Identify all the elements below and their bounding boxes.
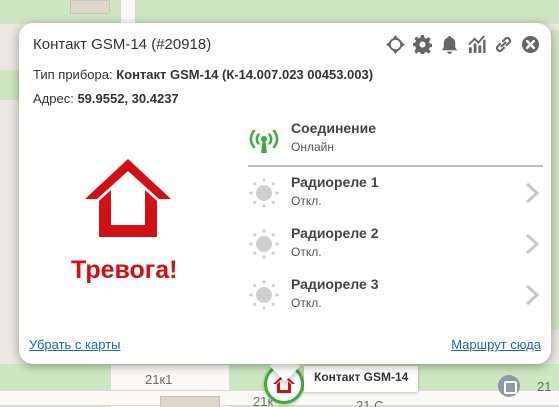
device-popup: Контакт GSM-14 (#20918) Тип прибора: Кон… (19, 23, 551, 364)
connection-status: Соединение Онлайн (248, 119, 543, 163)
connection-value: Онлайн (291, 140, 334, 154)
signal-icon (249, 129, 279, 153)
map-label: 21 С (356, 398, 384, 407)
map-label: 21к1 (145, 372, 173, 387)
chevron-right-icon[interactable] (523, 232, 541, 256)
marker-label[interactable]: Контакт GSM-14 (304, 366, 419, 392)
relay-name: Радиореле 2 (291, 225, 379, 241)
divider (248, 165, 543, 167)
relay-off-icon (249, 178, 279, 208)
bell-icon[interactable] (438, 33, 460, 55)
chevron-right-icon[interactable] (523, 181, 541, 205)
remove-from-map-link[interactable]: Убрать с карты (29, 337, 121, 352)
map-label: 21 (537, 379, 552, 394)
alarm-house-icon (85, 159, 171, 237)
relay-value: Откл. (291, 245, 322, 259)
device-type-value: Контакт GSM-14 (К-14.007.023 00453.003) (116, 67, 374, 82)
chart-icon[interactable] (465, 33, 487, 55)
popup-title: Контакт GSM-14 (#20918) (33, 36, 212, 53)
device-address: Адрес: 59.9552, 30.4237 (33, 91, 179, 106)
layers-button[interactable] (498, 375, 520, 397)
relay-off-icon (249, 229, 279, 259)
chevron-right-icon[interactable] (523, 283, 541, 307)
relay-row[interactable]: Радиореле 1 Откл. (248, 173, 543, 217)
route-here-link[interactable]: Маршрут сюда (451, 337, 541, 352)
relay-row[interactable]: Радиореле 3 Откл. (248, 275, 543, 319)
relay-row[interactable]: Радиореле 2 Откл. (248, 224, 543, 268)
device-type: Тип прибора: Контакт GSM-14 (К-14.007.02… (33, 67, 373, 82)
address-value: 59.9552, 30.4237 (77, 91, 179, 106)
alarm-status: Тревога! (71, 256, 178, 284)
relay-value: Откл. (291, 194, 322, 208)
relay-name: Радиореле 3 (291, 276, 379, 292)
close-icon[interactable] (519, 33, 541, 55)
relay-value: Откл. (291, 296, 322, 310)
gear-icon[interactable] (411, 33, 433, 55)
address-label: Адрес: (33, 91, 78, 106)
relay-off-icon (249, 280, 279, 310)
device-type-label: Тип прибора: (33, 67, 117, 82)
move-icon[interactable] (384, 33, 406, 55)
connection-name: Соединение (291, 120, 377, 136)
relay-name: Радиореле 1 (291, 174, 379, 190)
link-icon[interactable] (492, 33, 514, 55)
popup-toolbar (384, 33, 541, 55)
